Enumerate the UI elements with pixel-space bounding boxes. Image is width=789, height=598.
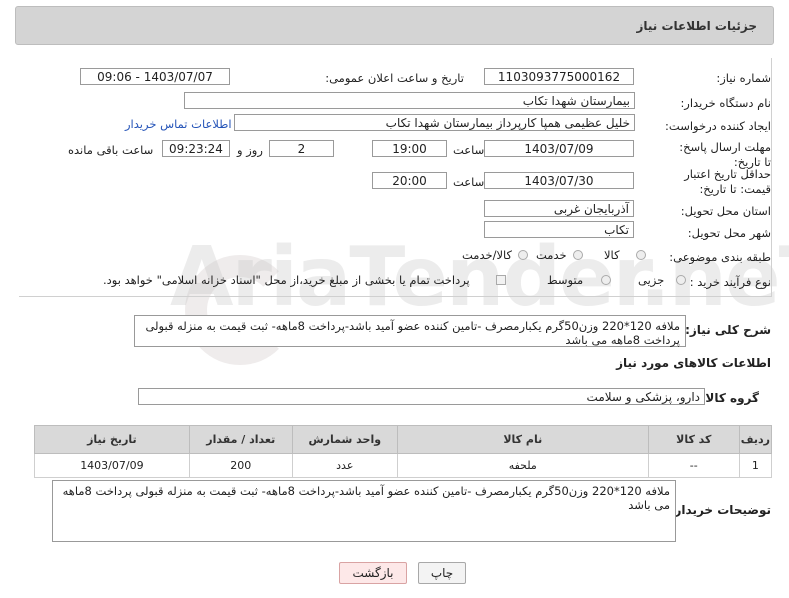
col-name: نام کالا xyxy=(396,425,649,454)
goods-table-header: ردیف کد کالا نام کالا واحد شمارش تعداد /… xyxy=(34,425,773,454)
cell-unit: عدد xyxy=(291,453,398,478)
col-row: ردیف xyxy=(738,425,773,454)
goods-section-title: اطلاعات کالاهای مورد نیاز xyxy=(616,356,771,370)
remaining-time-field[interactable]: 09:23:24 xyxy=(162,140,230,157)
goods-group-field[interactable]: دارو، پزشکی و سلامت xyxy=(138,388,705,405)
deadline-label: مهلت ارسال پاسخ: تا تاریخ: xyxy=(679,140,771,169)
process-option-minor: جزیی xyxy=(638,273,665,287)
col-date: تاریخ نیاز xyxy=(34,425,190,454)
buyer-notes-text: ملافه 120*220 وزن50گرم یکبارمصرف -تامین … xyxy=(62,484,670,512)
city-field[interactable]: تکاب xyxy=(484,221,634,238)
cell-row: 1 xyxy=(738,453,773,478)
category-option-goods-service: کالا/خدمت xyxy=(462,248,513,262)
summary-textarea[interactable]: ملافه 120*220 وزن50گرم یکبارمصرف -تامین … xyxy=(134,315,686,347)
category-radio-goods[interactable] xyxy=(636,250,646,260)
days-label: روز و xyxy=(237,143,263,157)
print-button[interactable]: چاپ xyxy=(418,562,466,584)
process-radio-minor[interactable] xyxy=(676,275,686,285)
page-header: جزئیات اطلاعات نیاز xyxy=(15,6,774,45)
summary-label: شرح کلی نیاز: xyxy=(685,323,771,337)
buyer-notes-label: توضیحات خریدار: xyxy=(669,503,771,517)
category-radio-goods-service[interactable] xyxy=(518,250,528,260)
cell-code: -- xyxy=(647,453,740,478)
process-radio-medium[interactable] xyxy=(601,275,611,285)
table-row[interactable]: 1 -- ملحفه عدد 200 1403/07/09 xyxy=(34,453,773,478)
validity-label: حداقل تاریخ اعتبار قیمت: تا تاریخ: xyxy=(684,167,771,196)
summary-text: ملافه 120*220 وزن50گرم یکبارمصرف -تامین … xyxy=(145,319,680,347)
page-title: جزئیات اطلاعات نیاز xyxy=(636,19,757,33)
col-code: کد کالا xyxy=(647,425,740,454)
treasury-payment-note: پرداخت تمام یا بخشی از مبلغ خرید،از محل … xyxy=(103,273,470,287)
validity-time-field[interactable]: 20:00 xyxy=(372,172,447,189)
category-option-goods: کالا xyxy=(604,248,620,262)
remaining-label: ساعت باقی مانده xyxy=(68,143,154,157)
buyer-notes-textarea[interactable]: ملافه 120*220 وزن50گرم یکبارمصرف -تامین … xyxy=(52,480,676,542)
treasury-payment-checkbox[interactable] xyxy=(496,275,506,285)
days-field[interactable]: 2 xyxy=(269,140,334,157)
creator-field[interactable]: خلیل عظیمی همپا کارپرداز بیمارستان شهدا … xyxy=(234,114,635,131)
need-number-field[interactable]: 1103093775000162 xyxy=(484,68,634,85)
cell-quantity: 200 xyxy=(188,453,293,478)
deadline-date-field[interactable]: 1403/07/09 xyxy=(484,140,634,157)
validity-date-field[interactable]: 1403/07/30 xyxy=(484,172,634,189)
process-label: نوع فرآیند خرید : xyxy=(689,275,771,289)
back-button[interactable]: بازگشت xyxy=(339,562,407,584)
goods-group-label: گروه کالا: xyxy=(700,391,759,405)
cell-name: ملحفه xyxy=(396,453,649,478)
category-label: طبقه بندی موضوعی: xyxy=(669,250,771,264)
category-option-service: خدمت xyxy=(536,248,567,262)
province-label: استان محل تحویل: xyxy=(680,204,771,218)
buyer-field[interactable]: بیمارستان شهدا تکاب xyxy=(184,92,635,109)
buyer-contact-link[interactable]: اطلاعات تماس خریدار xyxy=(125,117,232,131)
cell-date: 1403/07/09 xyxy=(34,453,190,478)
process-option-medium: متوسط xyxy=(547,273,584,287)
creator-label: ایجاد کننده درخواست: xyxy=(665,119,771,133)
col-quantity: تعداد / مقدار xyxy=(188,425,293,454)
city-label: شهر محل تحویل: xyxy=(687,226,771,240)
buyer-label: نام دستگاه خریدار: xyxy=(680,96,771,110)
province-field[interactable]: آذربایجان غربی xyxy=(484,200,634,217)
validity-time-label: ساعت xyxy=(453,175,485,189)
goods-table: ردیف کد کالا نام کالا واحد شمارش تعداد /… xyxy=(34,425,773,478)
announce-field[interactable]: 1403/07/07 - 09:06 xyxy=(80,68,230,85)
deadline-time-field[interactable]: 19:00 xyxy=(372,140,447,157)
col-unit: واحد شمارش xyxy=(291,425,398,454)
announce-label: تاریخ و ساعت اعلان عمومی: xyxy=(325,71,464,85)
deadline-time-label: ساعت xyxy=(453,143,485,157)
need-number-label: شماره نیاز: xyxy=(716,71,771,85)
category-radio-service[interactable] xyxy=(573,250,583,260)
